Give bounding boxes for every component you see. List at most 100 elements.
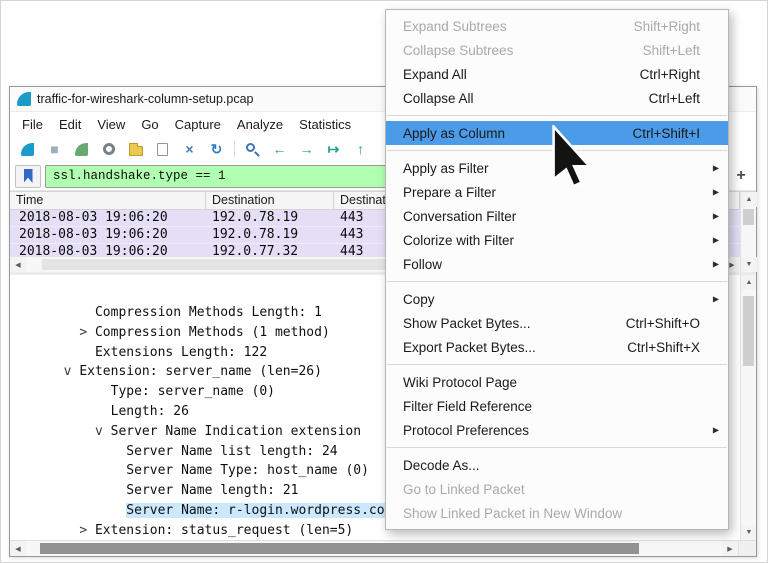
column-header-time[interactable]: Time xyxy=(10,192,206,209)
menu-item-conversation-filter[interactable]: Conversation Filter ▶ xyxy=(386,204,728,228)
restart-capture-icon xyxy=(75,143,88,156)
scroll-up-icon[interactable]: ▲ xyxy=(741,275,756,290)
menu-view[interactable]: View xyxy=(89,114,133,135)
scroll-down-icon[interactable]: ▼ xyxy=(741,525,756,540)
submenu-arrow-icon: ▶ xyxy=(713,212,719,221)
packet-cell: 2018-08-03 19:06:20 xyxy=(10,210,206,226)
menu-item-expand-all[interactable]: Expand AllCtrl+Right xyxy=(386,62,728,86)
menu-item-shortcut: Ctrl+Shift+O xyxy=(596,316,700,331)
wireshark-fin-button[interactable] xyxy=(15,138,40,160)
packet-cell: 2018-08-03 19:06:20 xyxy=(10,227,206,243)
tree-expand-icon[interactable]: > xyxy=(79,325,95,340)
tree-collapse-icon[interactable]: v xyxy=(64,364,80,379)
menu-item-shortcut: Ctrl+Left xyxy=(619,91,700,106)
menu-separator xyxy=(387,115,727,116)
save-file-button[interactable] xyxy=(150,138,175,160)
menu-item-go-to-linked-packet: Go to Linked Packet xyxy=(386,477,728,501)
scroll-down-icon[interactable]: ▼ xyxy=(741,257,757,272)
menu-statistics[interactable]: Statistics xyxy=(291,114,359,135)
go-to-packet-button[interactable]: ↦ xyxy=(321,138,346,160)
scroll-up-icon[interactable]: ▲ xyxy=(741,192,757,207)
scrollbar-thumb[interactable] xyxy=(42,259,397,270)
packet-cell: 192.0.78.19 xyxy=(206,227,334,243)
tree-text: Compression Methods Length: 1 xyxy=(95,305,322,320)
menu-item-filter-field-reference[interactable]: Filter Field Reference xyxy=(386,394,728,418)
restart-capture-button[interactable] xyxy=(69,138,94,160)
menu-item-copy[interactable]: Copy▶ xyxy=(386,287,728,311)
menu-file[interactable]: File xyxy=(14,114,51,135)
menu-item-colorize-with-filter[interactable]: Colorize with Filter▶ xyxy=(386,228,728,252)
close-file-button[interactable]: × xyxy=(177,138,202,160)
packet-cell: 443 xyxy=(334,210,363,226)
tree-text: Server Name length: 21 xyxy=(126,483,298,498)
window-hscrollbar[interactable]: ◀ ▶ xyxy=(10,540,756,556)
go-forward-icon: → xyxy=(300,142,314,156)
bookmark-icon xyxy=(24,169,33,183)
mouse-cursor-icon xyxy=(552,125,592,189)
tree-collapse-icon[interactable]: v xyxy=(95,424,111,439)
scroll-left-icon[interactable]: ◀ xyxy=(10,541,26,556)
menu-item-label: Expand Subtrees xyxy=(403,19,507,34)
menu-item-label: Colorize with Filter xyxy=(403,233,514,248)
menu-item-collapse-subtrees: Collapse SubtreesShift+Left xyxy=(386,38,728,62)
find-packet-icon xyxy=(246,143,255,152)
scrollbar-thumb[interactable] xyxy=(743,296,754,366)
menu-item-label: Show Linked Packet in New Window xyxy=(403,506,622,521)
menu-item-expand-subtrees: Expand SubtreesShift+Right xyxy=(386,14,728,38)
submenu-arrow-icon: ▶ xyxy=(713,188,719,197)
menu-separator xyxy=(387,281,727,282)
go-back-button[interactable]: ← xyxy=(267,138,292,160)
go-first-icon: ↑ xyxy=(357,142,364,156)
menu-item-label: Wiki Protocol Page xyxy=(403,375,517,390)
scroll-left-icon[interactable]: ◀ xyxy=(10,257,26,272)
menu-item-label: Apply as Column xyxy=(403,126,505,141)
menu-go[interactable]: Go xyxy=(133,114,166,135)
menu-item-label: Decode As... xyxy=(403,458,480,473)
submenu-arrow-icon: ▶ xyxy=(713,295,719,304)
reload-button[interactable]: ↻ xyxy=(204,138,229,160)
menu-separator xyxy=(387,447,727,448)
scrollbar-thumb[interactable] xyxy=(743,209,754,225)
menu-item-label: Prepare a Filter xyxy=(403,185,496,200)
detail-vscrollbar[interactable]: ▲ ▼ xyxy=(740,275,756,540)
menu-item-label: Conversation Filter xyxy=(403,209,516,224)
tree-text: Extension: server_name (len=26) xyxy=(79,364,322,379)
menu-item-label: Follow xyxy=(403,257,442,272)
filter-add-button[interactable]: + xyxy=(731,165,751,187)
packet-list-vscrollbar[interactable]: ▲ ▼ xyxy=(740,192,756,272)
open-file-button[interactable] xyxy=(123,138,148,160)
menu-item-shortcut: Ctrl+Shift+X xyxy=(597,340,700,355)
scroll-right-icon[interactable]: ▶ xyxy=(722,541,738,556)
menu-item-protocol-preferences[interactable]: Protocol Preferences▶ xyxy=(386,418,728,442)
menu-item-show-packet-bytes[interactable]: Show Packet Bytes...Ctrl+Shift+O xyxy=(386,311,728,335)
find-packet-button[interactable] xyxy=(240,138,265,160)
tree-expand-icon[interactable]: > xyxy=(79,523,95,538)
wireshark-logo-icon xyxy=(17,92,31,106)
window-title: traffic-for-wireshark-column-setup.pcap xyxy=(37,92,254,106)
scrollbar-thumb[interactable] xyxy=(40,543,639,554)
filter-text: ssl.handshake.type == 1 xyxy=(53,169,226,183)
filter-bookmark-button[interactable] xyxy=(15,165,41,188)
capture-options-button[interactable] xyxy=(96,138,121,160)
menu-capture[interactable]: Capture xyxy=(167,114,229,135)
stop-capture-button[interactable]: ■ xyxy=(42,138,67,160)
menu-edit[interactable]: Edit xyxy=(51,114,89,135)
menu-item-follow[interactable]: Follow▶ xyxy=(386,252,728,276)
menu-item-label: Go to Linked Packet xyxy=(403,482,525,497)
toolbar-separator xyxy=(234,141,235,157)
menu-analyze[interactable]: Analyze xyxy=(229,114,291,135)
column-header-destination[interactable]: Destination xyxy=(206,192,334,209)
go-first-button[interactable]: ↑ xyxy=(348,138,373,160)
menu-item-wiki-protocol-page[interactable]: Wiki Protocol Page xyxy=(386,370,728,394)
menu-item-label: Collapse All xyxy=(403,91,474,106)
go-forward-button[interactable]: → xyxy=(294,138,319,160)
menu-item-decode-as[interactable]: Decode As... xyxy=(386,453,728,477)
menu-item-shortcut: Shift+Left xyxy=(613,43,700,58)
menu-item-collapse-all[interactable]: Collapse All Ctrl+Left xyxy=(386,86,728,110)
tree-text: Server Name list length: 24 xyxy=(126,444,337,459)
save-file-icon xyxy=(157,143,168,156)
scrollbar-corner xyxy=(738,541,756,556)
menu-item-export-packet-bytes[interactable]: Export Packet Bytes... Ctrl+Shift+X xyxy=(386,335,728,359)
menu-item-label: Expand All xyxy=(403,67,467,82)
menu-item-label: Export Packet Bytes... xyxy=(403,340,536,355)
